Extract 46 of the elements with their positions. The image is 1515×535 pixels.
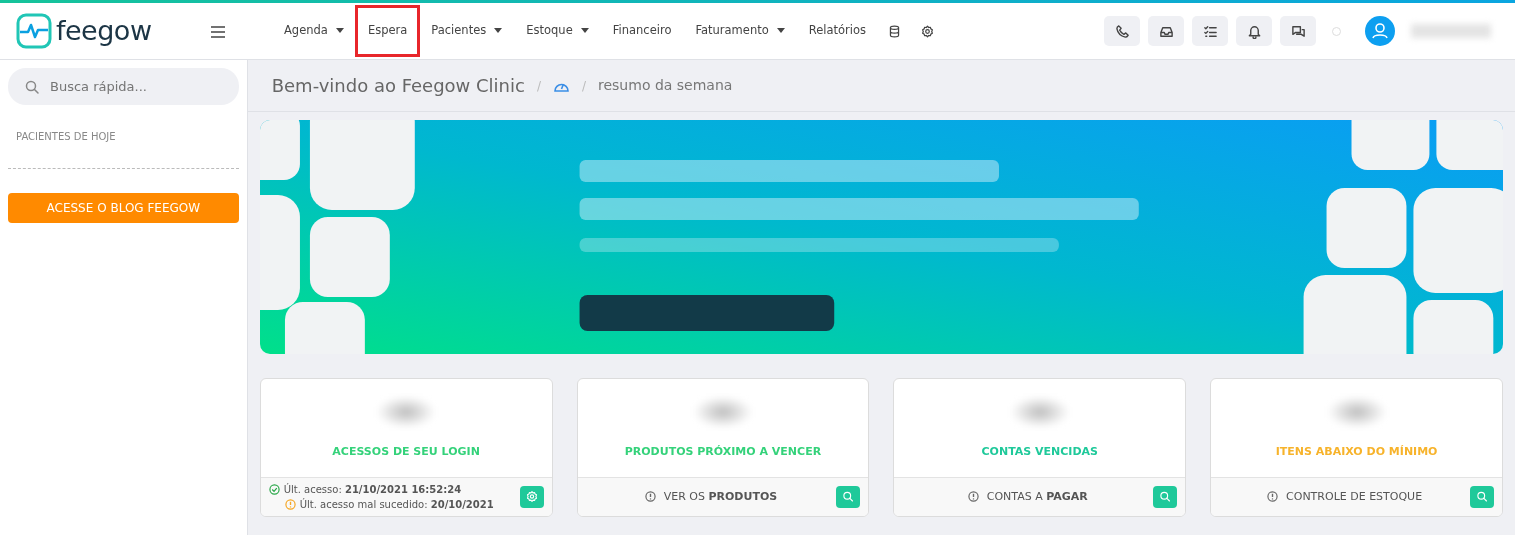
footer-text[interactable]: VER OS PRODUTOS [663, 488, 778, 506]
card-title: CONTAS VENCIDAS [981, 443, 1098, 460]
search-icon [1159, 490, 1172, 504]
search-icon [24, 78, 40, 95]
bell-icon [1246, 23, 1262, 39]
card-title: PRODUTOS PRÓXIMO A VENCER [624, 443, 822, 460]
settings-icon [525, 490, 538, 504]
nav-link[interactable]: Financeiro [602, 14, 682, 48]
breadcrumb-separator: / [581, 77, 586, 95]
nav-link[interactable]: Agenda [274, 14, 354, 48]
avatar-icon[interactable] [1365, 16, 1395, 46]
info-icon [1267, 491, 1279, 503]
logo-text: feegow [56, 13, 152, 48]
logo-icon [16, 13, 52, 49]
info-icon [644, 491, 656, 503]
inbox-button[interactable] [1148, 16, 1184, 46]
settings-icon[interactable] [921, 24, 934, 38]
search-field[interactable]: Busca rápida... [48, 75, 223, 98]
chat-icon [1290, 23, 1306, 39]
search-bar[interactable]: Busca rápida... [8, 68, 239, 105]
info-icon [967, 491, 979, 503]
footer-text: Últ. acesso: 21/10/2021 16:52:24 [283, 482, 462, 497]
database-icon[interactable] [888, 24, 901, 38]
search-icon [842, 490, 855, 504]
page-title: Bem-vindo ao Feegow Clinic [271, 74, 525, 98]
breadcrumb-item: resumo da semana [598, 76, 733, 95]
checklist-icon [1202, 23, 1218, 39]
breadcrumb-separator: / [536, 77, 541, 95]
search-icon [1476, 490, 1488, 504]
nav-link[interactable]: Relatórios [798, 14, 876, 48]
nav-link[interactable]: Faturamento [685, 14, 795, 48]
warning-icon [284, 498, 296, 510]
footer-text: Últ. acesso mal sucedido: 20/10/2021 [299, 497, 494, 512]
tasks-button[interactable] [1192, 16, 1228, 46]
footer-text[interactable]: CONTAS A PAGAR [986, 488, 1088, 506]
card-title: ITENS ABAIXO DO MÍNIMO [1275, 443, 1438, 460]
section-label: PACIENTES DE HOJE [16, 131, 116, 142]
phone-icon [1114, 23, 1130, 39]
chat-button[interactable] [1280, 16, 1316, 46]
nav-link[interactable]: Estoque [516, 14, 599, 48]
bell-button[interactable] [1236, 16, 1272, 46]
nav-link[interactable]: Pacientes [421, 14, 513, 48]
phone-button[interactable] [1104, 16, 1140, 46]
check-circle-icon [268, 483, 280, 495]
nav-link[interactable]: Espera [357, 8, 418, 54]
card-title: ACESSOS DE SEU LOGIN [332, 443, 480, 460]
